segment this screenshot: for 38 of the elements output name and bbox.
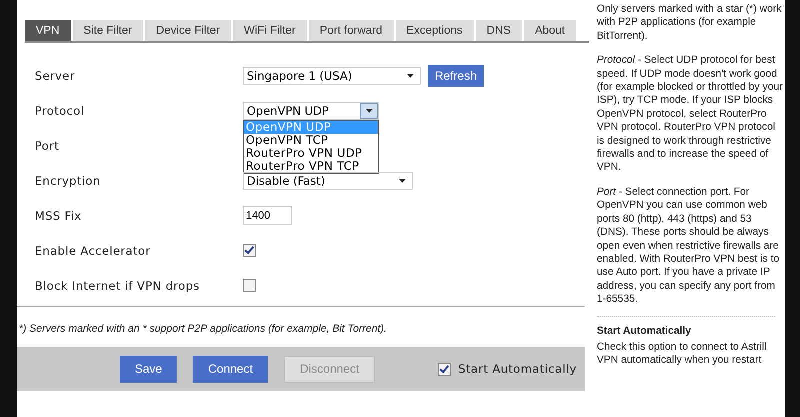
dropdown-option[interactable]: RouterPro VPN UDP: [244, 146, 378, 160]
checkbox[interactable]: [243, 279, 256, 292]
dropdown-option[interactable]: RouterPro VPN TCP: [244, 160, 378, 172]
tab[interactable]: Exceptions: [396, 20, 474, 41]
help-text: Check this option to connect to Astrill VPN automatically when you restart: [597, 340, 768, 368]
tab[interactable]: DNS: [476, 20, 522, 41]
caret-icon: [366, 108, 372, 112]
tab[interactable]: WiFi Filter: [233, 20, 307, 41]
dropdown-option[interactable]: OpenVPN TCP: [244, 134, 378, 146]
field-label: Server: [35, 68, 76, 82]
help-text: Only servers marked with a star (*) work with P2P applications (for example BitTorrent).: [597, 3, 783, 44]
field-label: MSS Fix: [35, 208, 83, 222]
field-label: Encryption: [35, 174, 102, 188]
help-text: Protocol - Select UDP protocol for best speed. If UDP mode doesn't work good (for example blocked or throttled by your ISP), try TCP mode. If your ISP blocks OpenVPN protocol, select RouterPro VPN protocol. RouterPro VPN protocol is designed to work through restrictive firewalls and to increase the speed of VPN.: [597, 54, 784, 175]
action-button[interactable]: Connect: [193, 356, 268, 382]
field-label: Block Internet if VPN drops: [35, 278, 201, 292]
checkbox[interactable]: [243, 244, 256, 257]
field-label: Enable Accelerator: [35, 244, 152, 258]
action-button[interactable]: Save: [120, 356, 178, 382]
checkbox[interactable]: [438, 362, 452, 376]
caret-icon: [398, 178, 406, 182]
input-field[interactable]: 1400: [243, 206, 292, 225]
help-heading: Start Automatically: [597, 324, 692, 338]
tab[interactable]: Site Filter: [72, 20, 144, 41]
field-label: Protocol: [35, 104, 86, 118]
checkbox-label: Start Automatically: [458, 362, 577, 376]
dropdown[interactable]: Singapore 1 (USA): [243, 66, 421, 84]
caret-icon: [406, 74, 414, 78]
footnote: *) Servers marked with an * support P2P applications (for example, Bit Torrent).: [19, 323, 388, 335]
dropdown[interactable]: Disable (Fast): [243, 172, 413, 190]
help-text: Port - Select connection port. For OpenVPN you can use common web ports 80 (http), 443 (https) and 53 (DNS). These ports should be always open even when restrictive firewalls are enabled. With RouterPro VPN best is to use Auto port. If you have a private IP address, you can specify any port from 1-65535.: [597, 186, 781, 307]
field-label: Port: [35, 138, 60, 152]
tab[interactable]: VPN: [25, 20, 71, 41]
dropdown[interactable]: OpenVPN UDP: [243, 102, 379, 120]
tab[interactable]: Device Filter: [145, 20, 232, 41]
tab[interactable]: Port forward: [308, 20, 394, 41]
refresh-button[interactable]: Refresh: [428, 64, 484, 86]
tab[interactable]: About: [524, 20, 576, 41]
